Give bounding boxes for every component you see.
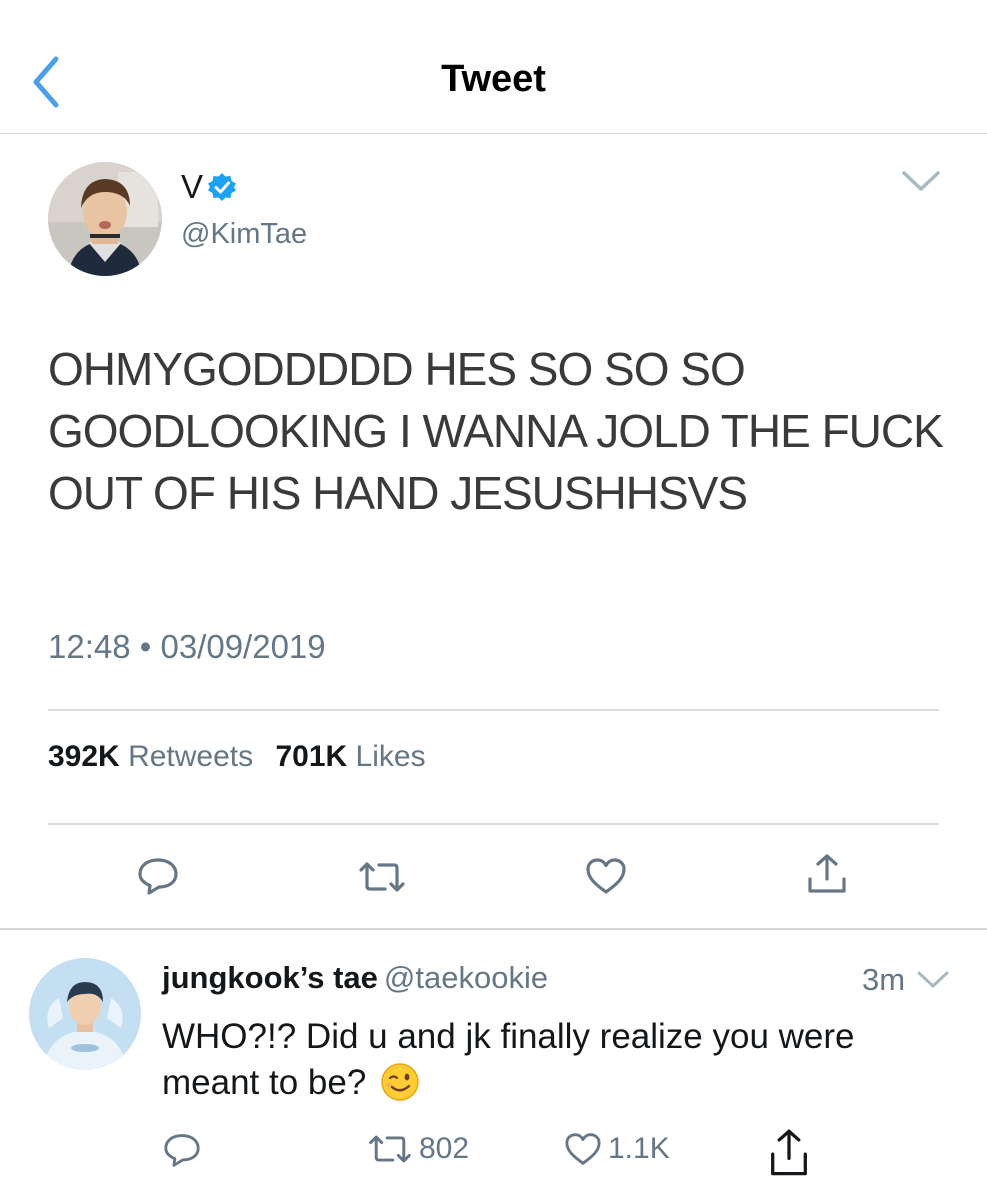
tweet-text: OHMYGODDDDD HES SO SO SO GOODLOOKING I W… — [48, 343, 944, 519]
author-handle[interactable]: @KimTae — [181, 218, 307, 251]
retweets-label[interactable]: Retweets — [128, 740, 253, 773]
reply-share-button[interactable] — [766, 1128, 812, 1178]
like-icon — [565, 1133, 601, 1165]
page-title: Tweet — [441, 58, 546, 100]
reply-author-name[interactable]: jungkook’s tae — [162, 960, 378, 995]
reply-text-container: WHO?!? Did u and jk finally realize you … — [162, 1014, 952, 1106]
share-icon — [771, 1129, 807, 1176]
reply-button[interactable] — [137, 856, 179, 896]
retweet-button[interactable] — [357, 860, 407, 894]
author-name-row: V — [181, 168, 237, 206]
engagement-stats: 392K Retweets 701K Likes — [48, 740, 426, 774]
likes-count[interactable]: 701K — [275, 740, 347, 773]
likes-label[interactable]: Likes — [356, 740, 426, 773]
verified-badge-icon — [208, 173, 237, 201]
tweet-timestamp: 12:48 • 03/09/2019 — [48, 628, 326, 665]
winking-face-icon — [381, 1063, 419, 1101]
chevron-down-icon[interactable] — [900, 168, 942, 194]
navigation-bar: Tweet — [0, 0, 987, 134]
reply-like-button[interactable]: 1.1K — [564, 1132, 670, 1166]
like-button[interactable] — [585, 857, 627, 895]
reply-text: WHO?!? Did u and jk finally realize you … — [162, 1017, 855, 1102]
author-avatar[interactable] — [48, 162, 162, 276]
chevron-down-icon[interactable] — [916, 970, 950, 990]
reply-author-handle[interactable]: @taekookie — [384, 960, 548, 995]
retweets-count[interactable]: 392K — [48, 740, 120, 773]
reply-header: jungkook’s tae @taekookie — [162, 960, 548, 996]
share-icon — [808, 854, 846, 893]
reply-retweet-count: 802 — [419, 1132, 470, 1165]
retweet-icon — [369, 1135, 411, 1163]
reply-reply-button[interactable] — [163, 1132, 201, 1168]
thread-separator — [0, 928, 987, 930]
reply-time: 3m — [862, 962, 906, 997]
retweet-icon — [359, 862, 405, 892]
author-name[interactable]: V — [181, 168, 203, 206]
divider — [48, 709, 939, 711]
reply-retweet-button[interactable]: 802 — [367, 1132, 469, 1166]
reply-icon — [138, 858, 178, 895]
share-button[interactable] — [806, 853, 848, 895]
reply-icon — [164, 1134, 200, 1167]
divider — [48, 823, 939, 825]
like-icon — [586, 858, 626, 894]
reply-author-avatar[interactable] — [29, 958, 141, 1070]
reply-like-count: 1.1K — [608, 1132, 670, 1165]
